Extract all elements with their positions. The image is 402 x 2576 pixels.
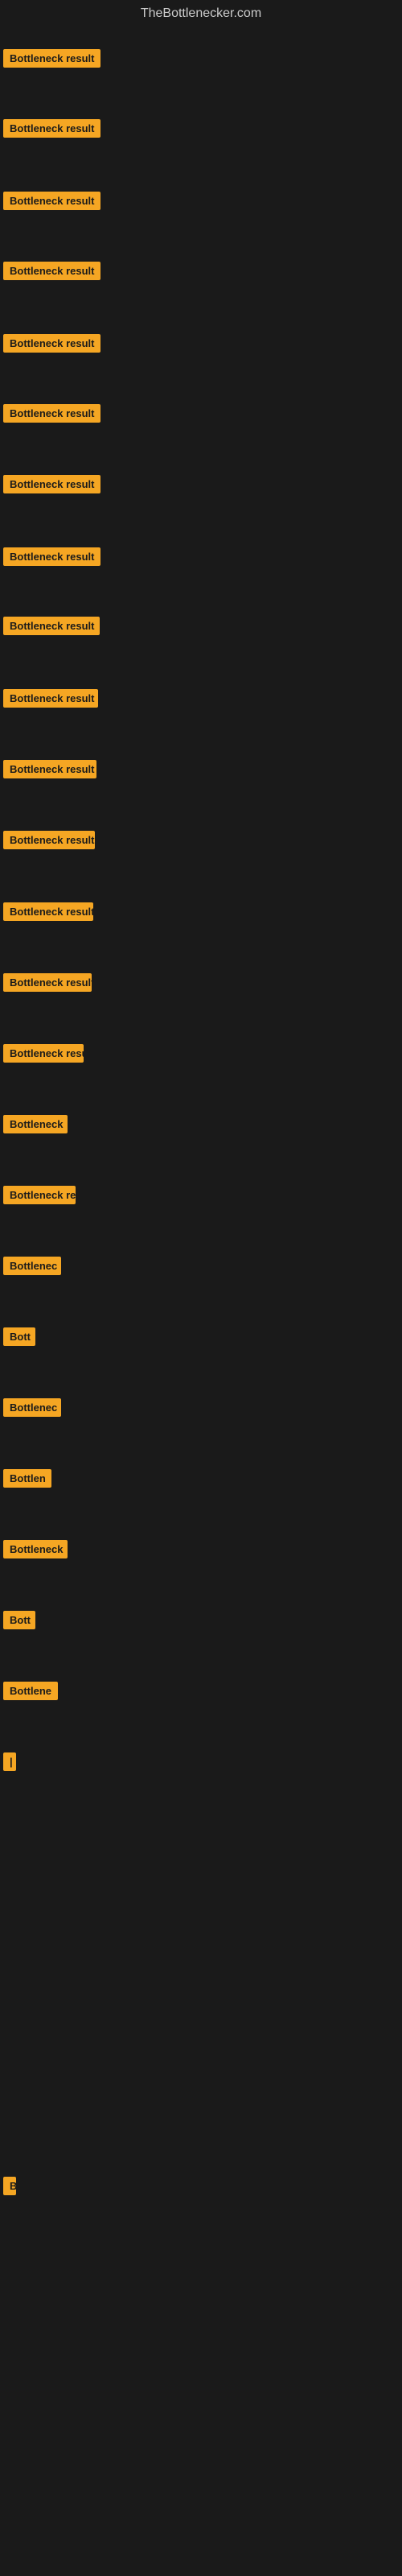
site-title: TheBottlenecker.com	[0, 0, 402, 27]
bottleneck-item-8: Bottleneck result	[3, 547, 100, 570]
bottleneck-badge-19[interactable]: Bott	[3, 1327, 35, 1346]
bottleneck-item-2: Bottleneck result	[3, 119, 100, 142]
bottleneck-badge-12[interactable]: Bottleneck result	[3, 831, 95, 849]
bottleneck-item-4: Bottleneck result	[3, 262, 100, 284]
bottleneck-item-20: Bottlenec	[3, 1398, 61, 1421]
bottleneck-item-18: Bottlenec	[3, 1257, 61, 1279]
bottleneck-item-12: Bottleneck result	[3, 831, 95, 853]
bottleneck-item-9: Bottleneck result	[3, 617, 100, 639]
bottleneck-item-6: Bottleneck result	[3, 404, 100, 427]
bottleneck-badge-6[interactable]: Bottleneck result	[3, 404, 100, 423]
bottleneck-item-21: Bottlen	[3, 1469, 51, 1492]
bottleneck-badge-1[interactable]: Bottleneck result	[3, 49, 100, 68]
bottleneck-badge-5[interactable]: Bottleneck result	[3, 334, 100, 353]
bottleneck-badge-18[interactable]: Bottlenec	[3, 1257, 61, 1275]
bottleneck-item-22: Bottleneck	[3, 1540, 68, 1563]
bottleneck-item-10: Bottleneck result	[3, 689, 98, 712]
bottleneck-badge-7[interactable]: Bottleneck result	[3, 475, 100, 493]
bottleneck-badge-11[interactable]: Bottleneck result	[3, 760, 96, 778]
bottleneck-item-11: Bottleneck result	[3, 760, 96, 782]
bottleneck-badge-17[interactable]: Bottleneck re	[3, 1186, 76, 1204]
bottleneck-item-23: Bott	[3, 1611, 35, 1633]
bottleneck-item-17: Bottleneck re	[3, 1186, 76, 1208]
bottleneck-badge-24[interactable]: Bottlene	[3, 1682, 58, 1700]
bottleneck-badge-8[interactable]: Bottleneck result	[3, 547, 100, 566]
bottleneck-item-3: Bottleneck result	[3, 192, 100, 214]
bottleneck-badge-13[interactable]: Bottleneck result	[3, 902, 93, 921]
bottleneck-badge-4[interactable]: Bottleneck result	[3, 262, 100, 280]
bottleneck-badge-26[interactable]: B	[3, 2177, 16, 2195]
bottleneck-item-13: Bottleneck result	[3, 902, 93, 925]
bottleneck-badge-3[interactable]: Bottleneck result	[3, 192, 100, 210]
bottleneck-item-25: |	[3, 1752, 16, 1775]
bottleneck-item-14: Bottleneck result	[3, 973, 92, 996]
bottleneck-item-16: Bottleneck	[3, 1115, 68, 1137]
bottleneck-badge-25[interactable]: |	[3, 1752, 16, 1771]
bottleneck-badge-22[interactable]: Bottleneck	[3, 1540, 68, 1558]
bottleneck-item-1: Bottleneck result	[3, 49, 100, 72]
bottleneck-badge-10[interactable]: Bottleneck result	[3, 689, 98, 708]
bottleneck-badge-9[interactable]: Bottleneck result	[3, 617, 100, 635]
bottleneck-badge-15[interactable]: Bottleneck resu	[3, 1044, 84, 1063]
items-container: Bottleneck result Bottleneck result Bottle…	[0, 27, 402, 2563]
bottleneck-badge-21[interactable]: Bottlen	[3, 1469, 51, 1488]
bottleneck-item-15: Bottleneck resu	[3, 1044, 84, 1067]
bottleneck-badge-14[interactable]: Bottleneck result	[3, 973, 92, 992]
bottleneck-item-24: Bottlene	[3, 1682, 58, 1704]
bottleneck-item-7: Bottleneck result	[3, 475, 100, 497]
bottleneck-badge-23[interactable]: Bott	[3, 1611, 35, 1629]
bottleneck-badge-2[interactable]: Bottleneck result	[3, 119, 100, 138]
bottleneck-item-19: Bott	[3, 1327, 35, 1350]
bottleneck-badge-16[interactable]: Bottleneck	[3, 1115, 68, 1133]
bottleneck-badge-20[interactable]: Bottlenec	[3, 1398, 61, 1417]
bottleneck-item-26: B	[3, 2177, 16, 2199]
bottleneck-item-5: Bottleneck result	[3, 334, 100, 357]
